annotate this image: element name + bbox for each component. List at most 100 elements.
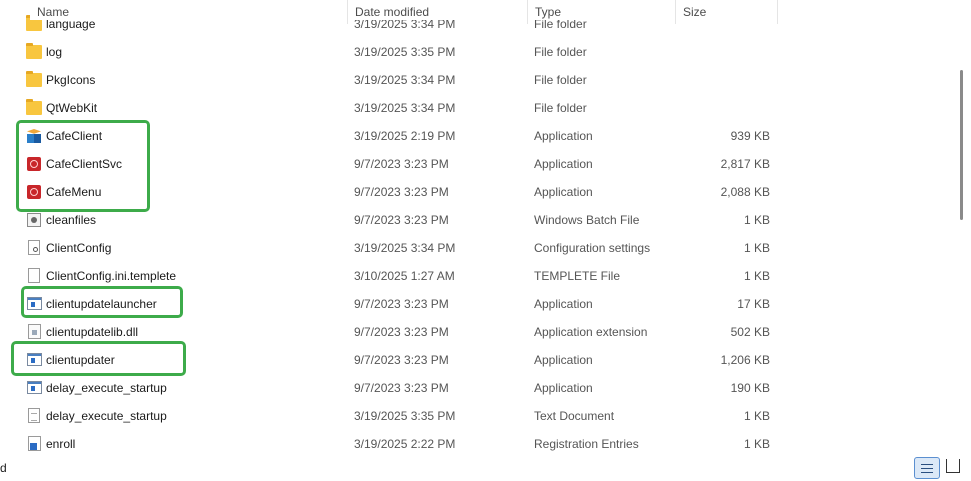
file-row[interactable]: CafeMenu 9/7/2023 3:23 PM Application 2,… xyxy=(0,178,960,206)
file-row[interactable]: enroll 3/19/2025 2:22 PM Registration En… xyxy=(0,430,960,455)
text-file-icon xyxy=(28,408,40,423)
file-size xyxy=(682,66,770,94)
config-file-icon xyxy=(28,240,40,255)
file-name: clientupdatelauncher xyxy=(46,297,157,311)
file-type: Windows Batch File xyxy=(534,213,640,227)
file-date: 9/7/2023 3:23 PM xyxy=(354,381,449,395)
file-type: Application xyxy=(534,157,593,171)
large-icons-view-icon[interactable] xyxy=(946,459,960,473)
file-date: 3/10/2025 1:27 AM xyxy=(354,269,455,283)
file-date: 3/19/2025 3:34 PM xyxy=(354,73,456,87)
file-date: 9/7/2023 3:23 PM xyxy=(354,353,449,367)
file-list: language 3/19/2025 3:34 PM File folder l… xyxy=(0,10,971,455)
file-name: ClientConfig.ini.templete xyxy=(46,269,177,283)
dll-file-icon xyxy=(28,324,41,339)
file-name: CafeClient xyxy=(46,129,103,143)
status-text: d xyxy=(0,461,7,475)
file-type: Configuration settings xyxy=(534,241,651,255)
file-size: 1 KB xyxy=(743,213,770,227)
file-name: log xyxy=(46,45,63,59)
file-name: clientupdater xyxy=(46,353,115,367)
file-row[interactable]: clientupdater 9/7/2023 3:23 PM Applicati… xyxy=(0,346,960,374)
file-type: Application extension xyxy=(534,325,648,339)
file-date: 3/19/2025 3:35 PM xyxy=(354,45,456,59)
exe-window-icon xyxy=(27,297,42,310)
vertical-scrollbar[interactable] xyxy=(959,0,971,455)
file-date: 3/19/2025 3:34 PM xyxy=(354,241,456,255)
registry-file-icon xyxy=(28,436,41,451)
file-row[interactable]: PkgIcons 3/19/2025 3:34 PM File folder xyxy=(0,66,960,94)
file-size: 2,817 KB xyxy=(720,157,770,171)
file-name: language xyxy=(46,17,96,31)
file-type: Application xyxy=(534,129,593,143)
file-name: cleanfiles xyxy=(46,213,97,227)
file-row[interactable]: ClientConfig 3/19/2025 3:34 PM Configura… xyxy=(0,234,960,262)
file-size: 1 KB xyxy=(743,241,770,255)
file-type: File folder xyxy=(534,101,587,115)
file-size: 502 KB xyxy=(730,325,770,339)
file-type: File folder xyxy=(534,73,587,87)
cafe-red-app-icon xyxy=(27,185,41,199)
file-name: PkgIcons xyxy=(46,73,96,87)
file-date: 3/19/2025 2:22 PM xyxy=(354,437,456,451)
file-row[interactable]: CafeClientSvc 9/7/2023 3:23 PM Applicati… xyxy=(0,150,960,178)
file-date: 9/7/2023 3:23 PM xyxy=(354,157,449,171)
file-name: ClientConfig xyxy=(46,241,112,255)
file-size: 939 KB xyxy=(730,129,770,143)
file-size xyxy=(682,10,770,38)
cafe-client-app-icon xyxy=(27,129,41,143)
file-size: 2,088 KB xyxy=(720,185,770,199)
file-name: CafeClientSvc xyxy=(46,157,123,171)
file-date: 9/7/2023 3:23 PM xyxy=(354,325,449,339)
file-date: 9/7/2023 3:23 PM xyxy=(354,213,449,227)
file-date: 3/19/2025 3:35 PM xyxy=(354,409,456,423)
file-row[interactable]: language 3/19/2025 3:34 PM File folder xyxy=(0,10,960,38)
file-type: TEMPLETE File xyxy=(534,269,621,283)
folder-icon xyxy=(26,15,42,31)
exe-window-icon xyxy=(27,381,42,394)
file-date: 9/7/2023 3:23 PM xyxy=(354,185,449,199)
file-type: Application xyxy=(534,297,593,311)
details-view-icon[interactable] xyxy=(914,457,940,479)
scrollbar-thumb[interactable] xyxy=(960,70,963,220)
exe-window-icon xyxy=(27,353,42,366)
file-size: 1 KB xyxy=(743,437,770,451)
sort-ascending-icon: ^ xyxy=(186,0,191,5)
folder-icon xyxy=(26,71,42,87)
file-size: 1 KB xyxy=(743,409,770,423)
file-date: 3/19/2025 3:34 PM xyxy=(354,17,456,31)
file-size xyxy=(682,38,770,66)
file-row[interactable]: ClientConfig.ini.templete 3/10/2025 1:27… xyxy=(0,262,960,290)
file-name: CafeMenu xyxy=(46,185,102,199)
file-row[interactable]: QtWebKit 3/19/2025 3:34 PM File folder xyxy=(0,94,960,122)
file-size: 190 KB xyxy=(730,381,770,395)
file-row[interactable]: delay_execute_startup 9/7/2023 3:23 PM A… xyxy=(0,374,960,402)
file-type: File folder xyxy=(534,45,587,59)
file-name: enroll xyxy=(46,437,76,451)
file-row[interactable]: CafeClient 3/19/2025 2:19 PM Application… xyxy=(0,122,960,150)
file-size: 1 KB xyxy=(743,269,770,283)
file-type: Text Document xyxy=(534,409,615,423)
file-type: File folder xyxy=(534,17,587,31)
folder-icon xyxy=(26,43,42,59)
batch-file-icon xyxy=(27,213,41,227)
file-type: Application xyxy=(534,353,593,367)
file-type: Registration Entries xyxy=(534,437,639,451)
file-date: 9/7/2023 3:23 PM xyxy=(354,297,449,311)
file-row[interactable]: clientupdatelib.dll 9/7/2023 3:23 PM App… xyxy=(0,318,960,346)
file-date: 3/19/2025 3:34 PM xyxy=(354,101,456,115)
file-name: delay_execute_startup xyxy=(46,409,167,423)
file-size: 1,206 KB xyxy=(720,353,770,367)
file-date: 3/19/2025 2:19 PM xyxy=(354,129,456,143)
file-name: delay_execute_startup xyxy=(46,381,167,395)
folder-icon xyxy=(26,99,42,115)
file-name: clientupdatelib.dll xyxy=(46,325,139,339)
file-row[interactable]: log 3/19/2025 3:35 PM File folder xyxy=(0,38,960,66)
blank-file-icon xyxy=(28,268,40,283)
file-type: Application xyxy=(534,185,593,199)
file-row[interactable]: cleanfiles 9/7/2023 3:23 PM Windows Batc… xyxy=(0,206,960,234)
file-row[interactable]: delay_execute_startup 3/19/2025 3:35 PM … xyxy=(0,402,960,430)
file-row[interactable]: clientupdatelauncher 9/7/2023 3:23 PM Ap… xyxy=(0,290,960,318)
cafe-red-app-icon xyxy=(27,157,41,171)
file-type: Application xyxy=(534,381,593,395)
